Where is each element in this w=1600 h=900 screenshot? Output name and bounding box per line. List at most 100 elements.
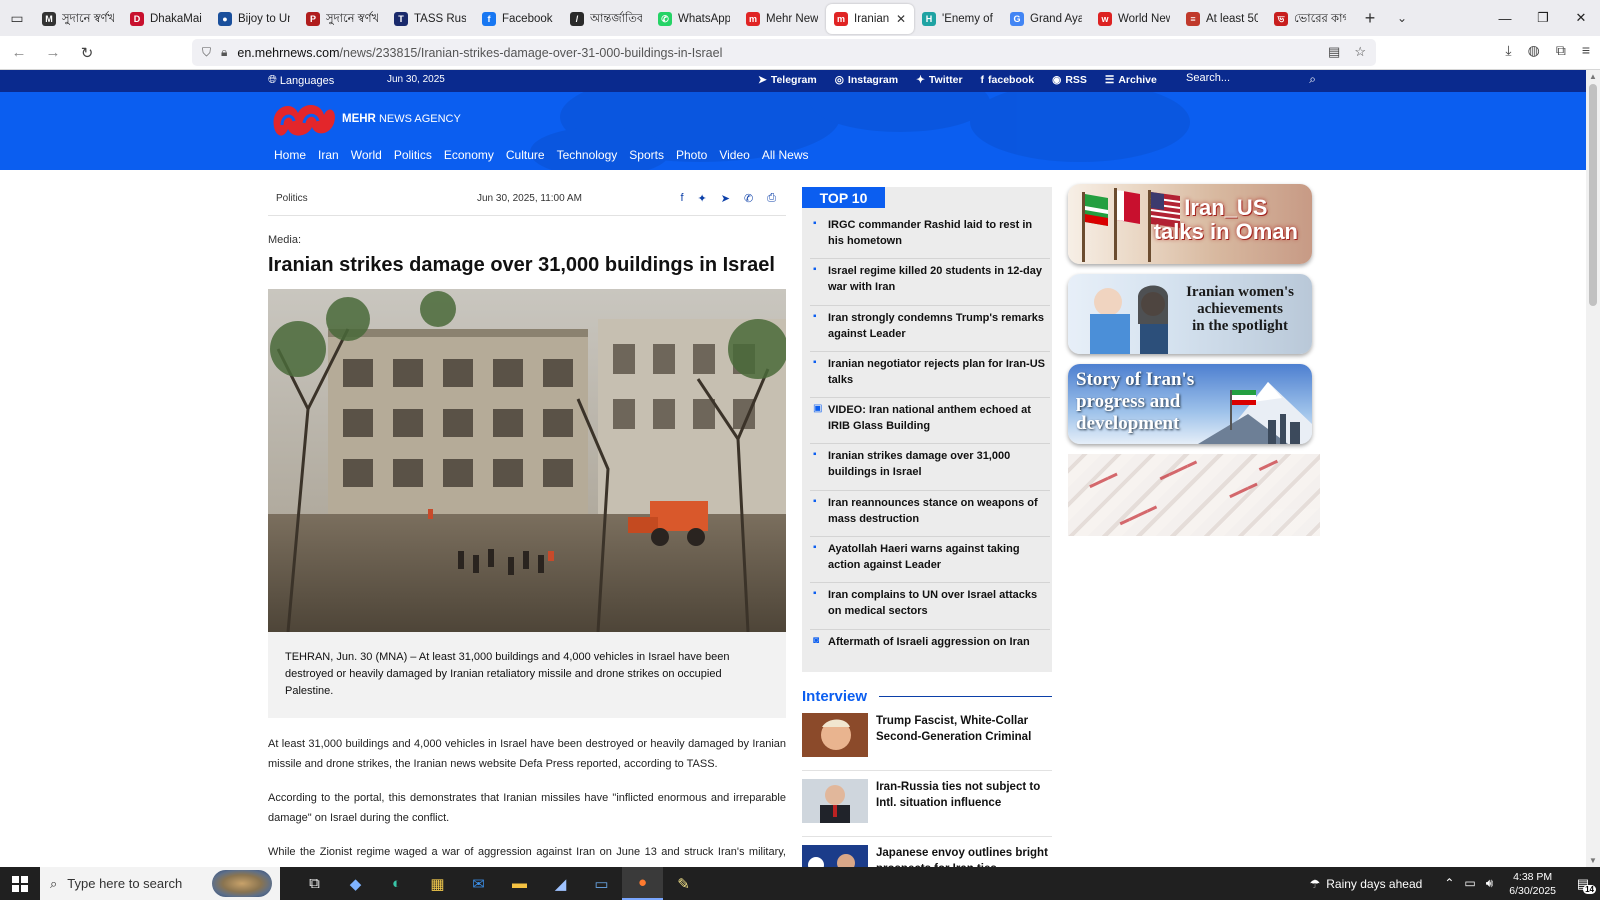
share-whatsapp-icon[interactable]: ✆ bbox=[744, 192, 753, 205]
app-icon[interactable]: ◢ bbox=[540, 867, 581, 900]
social-link-facebook[interactable]: f facebook bbox=[981, 74, 1035, 86]
downloads-icon[interactable]: ⤓ bbox=[1505, 42, 1511, 59]
share-twitter-icon[interactable]: ✦ bbox=[698, 192, 707, 205]
scrollbar-thumb[interactable] bbox=[1589, 84, 1597, 306]
iran-progress-banner[interactable]: Story of Iran's progress and development bbox=[1068, 364, 1312, 444]
minimize-button[interactable]: — bbox=[1486, 0, 1524, 36]
file-explorer-icon[interactable]: ▬ bbox=[499, 867, 540, 900]
interview-thumb[interactable] bbox=[802, 845, 868, 867]
top10-item[interactable]: ▪ Israel regime killed 20 students in 12-… bbox=[810, 259, 1050, 306]
interview-item[interactable]: Iran-Russia ties not subject to Intl. si… bbox=[802, 779, 1052, 837]
top10-item-title[interactable]: Israel regime killed 20 students in 12-d… bbox=[828, 263, 1048, 304]
ad2-text[interactable]: Iranian women's achievements in the spotli… bbox=[1186, 284, 1294, 335]
address-bar[interactable]: ⛉ 🔒︎ en.mehrnews.com/news/233815/Iranian… bbox=[192, 39, 1376, 66]
iran-us-talks-banner[interactable]: Iran_US talks in Oman bbox=[1068, 184, 1312, 264]
browser-tab[interactable]: m Iranian st ✕ bbox=[826, 4, 914, 34]
top10-item-title[interactable]: Iran reannounces stance on weapons of ma… bbox=[828, 495, 1048, 536]
browser-tab[interactable]: m Mehr News bbox=[738, 4, 826, 34]
browser-tab[interactable]: ✆ WhatsApp bbox=[650, 4, 738, 34]
menu-item-technology[interactable]: Technology bbox=[551, 142, 624, 170]
back-button[interactable]: ← bbox=[4, 38, 34, 68]
top10-item[interactable]: ▪ Iran strongly condemns Trump's remarks … bbox=[810, 306, 1050, 352]
interview-item[interactable]: Trump Fascist, White-Collar Second-Gener… bbox=[802, 713, 1052, 771]
social-link-archive[interactable]: ☰ Archive bbox=[1105, 74, 1157, 86]
restore-button[interactable]: ❐ bbox=[1524, 0, 1562, 36]
languages-link[interactable]: 🌐︎ Languages bbox=[268, 74, 334, 87]
firefox-icon[interactable]: ● bbox=[622, 867, 663, 900]
menu-item-economy[interactable]: Economy bbox=[438, 142, 500, 170]
task-view-icon[interactable]: ⧉ bbox=[294, 867, 335, 900]
menu-item-culture[interactable]: Culture bbox=[500, 142, 551, 170]
top10-item-title[interactable]: Ayatollah Haeri warns against taking act… bbox=[828, 541, 1048, 582]
top10-item[interactable]: ◙ Aftermath of Israeli aggression on Iran bbox=[810, 630, 1050, 676]
site-search-input[interactable] bbox=[1186, 72, 1286, 84]
browser-tab[interactable]: M সুদানে স্বর্ণখ bbox=[34, 4, 122, 34]
clock[interactable]: 4:38 PM 6/30/2025 bbox=[1509, 870, 1556, 898]
top10-item-title[interactable]: Iran strongly condemns Trump's remarks a… bbox=[828, 310, 1048, 351]
copilot-icon[interactable]: ◆ bbox=[335, 867, 376, 900]
iranian-women-banner[interactable]: Iranian women's achievements in the spotli… bbox=[1068, 274, 1312, 354]
interview-item-title[interactable]: Trump Fascist, White-Collar Second-Gener… bbox=[876, 713, 1052, 770]
close-window-button[interactable]: ✕ bbox=[1562, 0, 1600, 36]
social-link-rss[interactable]: ◉ RSS bbox=[1052, 74, 1087, 86]
notes-icon[interactable]: ✎ bbox=[663, 867, 704, 900]
interview-item-title[interactable]: Iran-Russia ties not subject to Intl. si… bbox=[876, 779, 1052, 836]
page-scrollbar[interactable]: ▲ ▼ bbox=[1586, 70, 1600, 867]
top10-item[interactable]: ▪ Iranian strikes damage over 31,000 buil… bbox=[810, 444, 1050, 491]
menu-item-iran[interactable]: Iran bbox=[312, 142, 345, 170]
ad3-text[interactable]: Story of Iran's progress and development bbox=[1076, 369, 1194, 435]
top10-item[interactable]: ▪ Iran reannounces stance on weapons of m… bbox=[810, 491, 1050, 538]
browser-tab[interactable]: P সুদানে স্বর্ণখ bbox=[298, 4, 386, 34]
volume-icon[interactable]: 🔊︎ bbox=[1486, 876, 1494, 891]
browser-tab[interactable]: T TASS Russian bbox=[386, 4, 474, 34]
taskbar-search[interactable]: ⌕ Type here to search bbox=[40, 867, 280, 900]
network-icon[interactable]: ▭ bbox=[1464, 876, 1475, 891]
interview-thumb[interactable] bbox=[802, 779, 868, 823]
top10-item-title[interactable]: Aftermath of Israeli aggression on Iran bbox=[828, 634, 1048, 676]
interview-item-title[interactable]: Japanese envoy outlines bright prospects… bbox=[876, 845, 1052, 867]
share-telegram-icon[interactable]: ➤ bbox=[721, 192, 730, 205]
account-icon[interactable]: ◍ bbox=[1528, 42, 1540, 59]
scroll-down-icon[interactable]: ▼ bbox=[1586, 856, 1600, 865]
shield-icon[interactable]: ⛉ bbox=[202, 45, 211, 60]
mehr-logo[interactable]: MEHR NEWS AGENCY bbox=[268, 97, 461, 141]
browser-tab[interactable]: f Facebook bbox=[474, 4, 562, 34]
top10-item-title[interactable]: VIDEO: Iran national anthem echoed at IR… bbox=[828, 402, 1048, 443]
search-highlight-image[interactable] bbox=[212, 870, 272, 897]
ad1-text[interactable]: Iran_US talks in Oman bbox=[1154, 196, 1298, 244]
top10-item[interactable]: ▪ IRGC commander Rashid laid to rest in h… bbox=[810, 213, 1050, 260]
tab-list-icon[interactable]: ▭ bbox=[0, 0, 34, 36]
start-button[interactable] bbox=[0, 867, 40, 900]
share-facebook-icon[interactable]: f bbox=[680, 192, 683, 205]
top10-item[interactable]: ▣ VIDEO: Iran national anthem echoed at I… bbox=[810, 398, 1050, 445]
menu-item-world[interactable]: World bbox=[345, 142, 388, 170]
browser-tab[interactable]: w World News bbox=[1090, 4, 1178, 34]
notification-icon[interactable]: ▤ 14 bbox=[1566, 876, 1600, 894]
interview-title[interactable]: Interview bbox=[802, 688, 867, 705]
top10-item-title[interactable]: Iranian negotiator rejects plan for Iran… bbox=[828, 356, 1048, 397]
interview-item[interactable]: Japanese envoy outlines bright prospects… bbox=[802, 845, 1052, 867]
lock-icon[interactable]: 🔒︎ bbox=[221, 45, 227, 60]
top10-item-title[interactable]: Iranian strikes damage over 31,000 build… bbox=[828, 448, 1048, 489]
browser-tab[interactable]: G Grand Ayato bbox=[1002, 4, 1090, 34]
search-icon[interactable]: ⌕ bbox=[1309, 72, 1316, 87]
weather-widget[interactable]: ☂ Rainy days ahead bbox=[1309, 877, 1422, 891]
menu-item-video[interactable]: Video bbox=[713, 142, 755, 170]
chevron-up-icon[interactable]: ⌃ bbox=[1444, 876, 1454, 891]
browser-tab[interactable]: H 'Enemy of G bbox=[914, 4, 1002, 34]
article-section-link[interactable]: Politics bbox=[276, 193, 308, 204]
top10-item[interactable]: ▪ Iran complains to UN over Israel attack… bbox=[810, 583, 1050, 630]
url-text[interactable]: en.mehrnews.com/news/233815/Iranian-stri… bbox=[237, 46, 722, 60]
menu-item-politics[interactable]: Politics bbox=[388, 142, 438, 170]
social-link-telegram[interactable]: ➤ Telegram bbox=[758, 74, 817, 86]
top10-item[interactable]: ▪ Iranian negotiator rejects plan for Ira… bbox=[810, 352, 1050, 399]
extensions-icon[interactable]: ⧉ bbox=[1556, 42, 1566, 59]
print-icon[interactable]: ⎙ bbox=[767, 192, 776, 205]
reload-button[interactable]: ↻ bbox=[72, 38, 102, 68]
store-icon[interactable]: ▦ bbox=[417, 867, 458, 900]
scroll-up-icon[interactable]: ▲ bbox=[1586, 72, 1600, 81]
browser-tab[interactable]: ভ ভোরের কাগ bbox=[1266, 4, 1354, 34]
browser-tab[interactable]: ≡ At least 50 k bbox=[1178, 4, 1266, 34]
menu-item-home[interactable]: Home bbox=[268, 142, 312, 170]
browser-tab[interactable]: ● Bijoy to Unic bbox=[210, 4, 298, 34]
